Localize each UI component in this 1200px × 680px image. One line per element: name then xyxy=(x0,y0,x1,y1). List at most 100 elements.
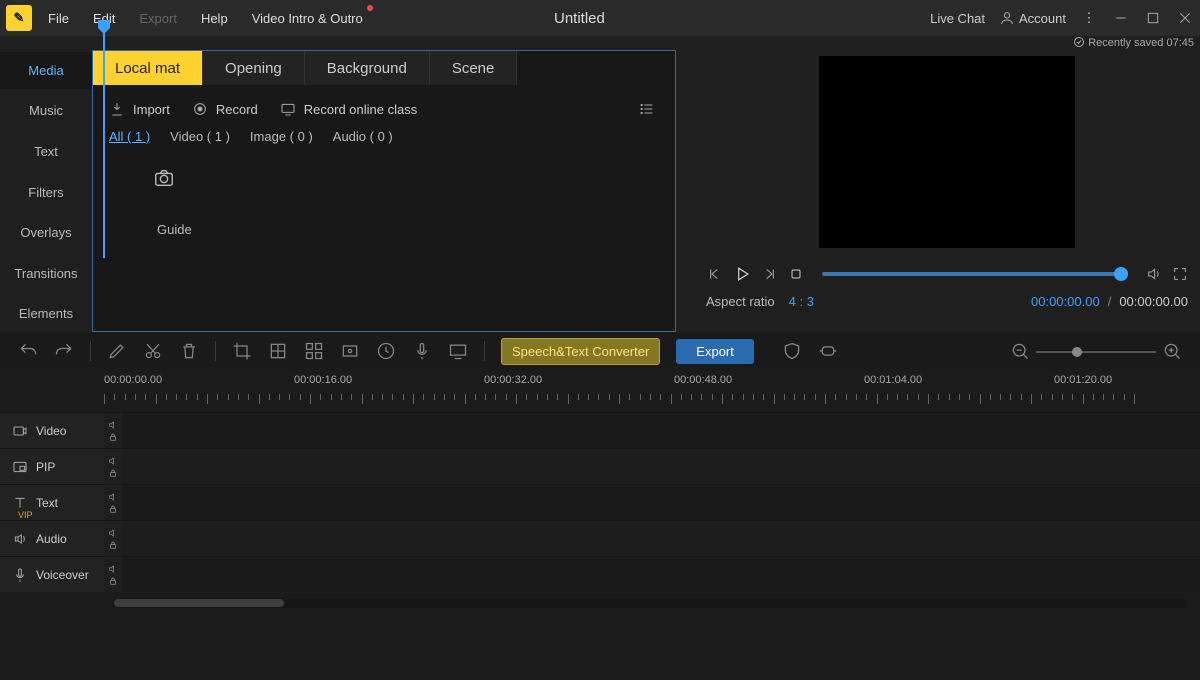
window-title: Untitled xyxy=(369,10,930,27)
lock-icon[interactable] xyxy=(107,504,119,514)
import-button[interactable]: Import xyxy=(109,101,170,117)
aspect-ratio-label: Aspect ratio xyxy=(706,294,775,309)
mute-icon[interactable] xyxy=(107,528,119,538)
grid-icon[interactable] xyxy=(304,341,324,361)
camera-icon xyxy=(153,167,175,189)
mute-icon[interactable] xyxy=(107,420,119,430)
tab-local-material[interactable]: Local mat xyxy=(93,51,203,85)
account-button[interactable]: Account xyxy=(999,10,1066,26)
track-header: Voiceover xyxy=(0,557,104,592)
freeze-frame-icon[interactable] xyxy=(340,341,360,361)
tab-scene[interactable]: Scene xyxy=(430,51,518,85)
prev-frame-button[interactable] xyxy=(706,266,722,282)
zoom-in-button[interactable] xyxy=(1162,341,1182,361)
record-online-class-button[interactable]: Record online class xyxy=(280,101,417,117)
live-chat-button[interactable]: Live Chat xyxy=(930,11,985,26)
nav-music[interactable]: Music xyxy=(0,93,92,130)
record-icon xyxy=(192,101,208,117)
track-body[interactable] xyxy=(122,413,1200,448)
next-frame-button[interactable] xyxy=(762,266,778,282)
lock-icon[interactable] xyxy=(107,540,119,550)
edit-icon[interactable] xyxy=(107,341,127,361)
track-header: Video xyxy=(0,413,104,448)
kebab-menu-icon[interactable]: ⋮ xyxy=(1080,9,1098,27)
nav-text[interactable]: Text xyxy=(0,133,92,170)
undo-button[interactable] xyxy=(18,341,38,361)
play-button[interactable] xyxy=(732,264,752,284)
track-row[interactable]: PIP xyxy=(0,448,1200,484)
zoom-out-button[interactable] xyxy=(1010,341,1030,361)
nav-transitions[interactable]: Transitions xyxy=(0,255,92,292)
track-type-icon xyxy=(12,459,28,475)
delete-icon[interactable] xyxy=(179,341,199,361)
preview-screen[interactable] xyxy=(819,56,1075,248)
time-ruler[interactable]: 00:00:00.0000:00:16.0000:00:32.0000:00:4… xyxy=(104,370,1200,412)
shield-icon[interactable] xyxy=(782,341,802,361)
zoom-slider[interactable] xyxy=(1036,350,1156,353)
mute-icon[interactable] xyxy=(107,564,119,574)
nav-overlays[interactable]: Overlays xyxy=(0,214,92,251)
track-body[interactable] xyxy=(122,557,1200,592)
lock-icon[interactable] xyxy=(107,576,119,586)
track-row[interactable]: Video xyxy=(0,412,1200,448)
nav-elements[interactable]: Elements xyxy=(0,295,92,332)
track-label: Audio xyxy=(36,532,67,546)
maximize-button[interactable] xyxy=(1144,9,1162,27)
filter-all[interactable]: All ( 1 ) xyxy=(109,129,150,144)
mute-icon[interactable] xyxy=(107,456,119,466)
import-icon xyxy=(109,101,125,117)
voiceover-icon[interactable] xyxy=(412,341,432,361)
tab-opening[interactable]: Opening xyxy=(203,51,305,85)
close-button[interactable] xyxy=(1176,9,1194,27)
lock-icon[interactable] xyxy=(107,468,119,478)
timeline-scrollbar[interactable] xyxy=(112,598,1188,608)
aspect-ratio-value[interactable]: 4 : 3 xyxy=(789,294,814,309)
track-type-icon xyxy=(12,567,28,583)
duration-icon[interactable] xyxy=(376,341,396,361)
media-item-label: Guide xyxy=(157,222,675,237)
nav-filters[interactable]: Filters xyxy=(0,174,92,211)
menu-file[interactable]: File xyxy=(42,7,75,30)
nav-media[interactable]: Media xyxy=(0,52,92,89)
vip-badge: VIP xyxy=(18,510,33,520)
track-body[interactable] xyxy=(122,449,1200,484)
minimize-button[interactable] xyxy=(1112,9,1130,27)
main-menu: File Edit Export Help Video Intro & Outr… xyxy=(42,7,369,30)
track-body[interactable] xyxy=(122,521,1200,556)
track-label: Video xyxy=(36,424,66,438)
filter-video[interactable]: Video ( 1 ) xyxy=(170,129,230,144)
title-bar: ✎ File Edit Export Help Video Intro & Ou… xyxy=(0,0,1200,36)
tab-background[interactable]: Background xyxy=(305,51,430,85)
lock-icon[interactable] xyxy=(107,432,119,442)
track-row[interactable]: Audio xyxy=(0,520,1200,556)
filter-audio[interactable]: Audio ( 0 ) xyxy=(333,129,393,144)
crop-icon[interactable] xyxy=(232,341,252,361)
mosaic-icon[interactable] xyxy=(268,341,288,361)
preview-seek-slider[interactable] xyxy=(822,272,1128,276)
record-button[interactable]: Record xyxy=(192,101,258,117)
menu-help[interactable]: Help xyxy=(195,7,234,30)
mute-icon[interactable] xyxy=(107,492,119,502)
fit-icon[interactable] xyxy=(818,341,838,361)
notification-dot-icon xyxy=(367,5,373,11)
monitor-icon xyxy=(280,101,296,117)
account-icon xyxy=(999,10,1015,26)
export-button[interactable]: Export xyxy=(676,339,754,364)
cut-icon[interactable] xyxy=(143,341,163,361)
volume-icon[interactable] xyxy=(1146,266,1162,282)
speech-text-converter-button[interactable]: Speech&Text Converter xyxy=(501,338,660,365)
media-item-guide[interactable] xyxy=(139,158,189,198)
track-body[interactable] xyxy=(122,485,1200,520)
menu-export: Export xyxy=(133,7,183,30)
stop-button[interactable] xyxy=(788,266,804,282)
fullscreen-icon[interactable] xyxy=(1172,266,1188,282)
menu-intro-outro[interactable]: Video Intro & Outro xyxy=(246,7,369,30)
redo-button[interactable] xyxy=(54,341,74,361)
preview-panel: Aspect ratio 4 : 3 00:00:00.00 / 00:00:0… xyxy=(690,36,1200,332)
track-row[interactable]: Voiceover xyxy=(0,556,1200,592)
track-header: Audio xyxy=(0,521,104,556)
screen-icon[interactable] xyxy=(448,341,468,361)
filter-image[interactable]: Image ( 0 ) xyxy=(250,129,313,144)
track-row[interactable]: TextVIP xyxy=(0,484,1200,520)
list-view-icon[interactable] xyxy=(639,101,655,117)
